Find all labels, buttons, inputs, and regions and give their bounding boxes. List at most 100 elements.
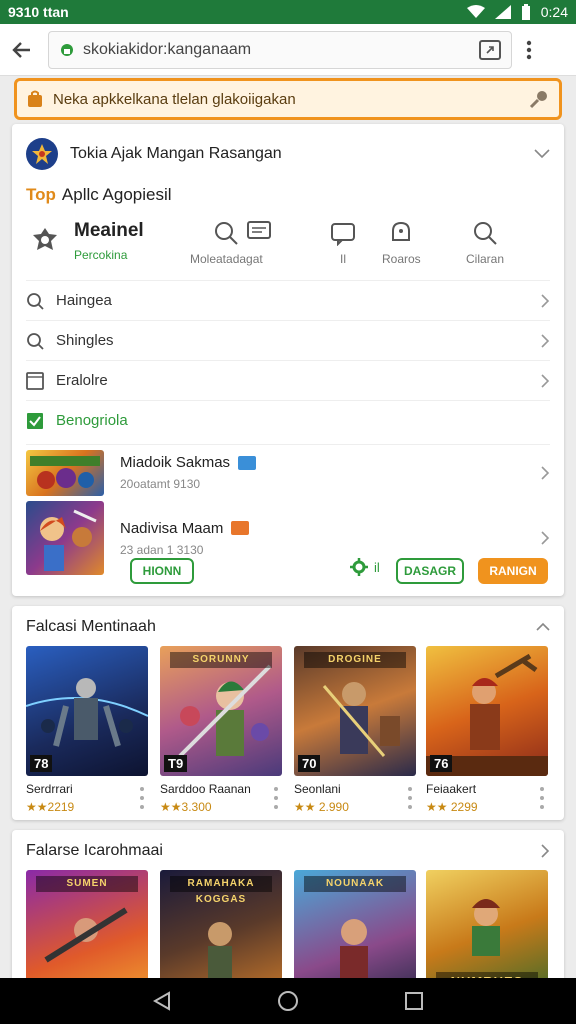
- square-icon: [26, 371, 44, 390]
- quick-action-4[interactable]: Roaros: [382, 220, 421, 266]
- menu-row-4-label: Benogriola: [56, 412, 128, 429]
- second-tile-banner-3: NOUNAAK: [304, 876, 406, 892]
- chevron-right-icon[interactable]: [540, 844, 550, 858]
- mini-stat-label: il: [374, 559, 380, 575]
- second-tile-4[interactable]: NUMRUES: [426, 870, 548, 990]
- game-thumbnail-2: [26, 501, 104, 575]
- second-tile-banner-2: RAMAHAKA KOGGAS: [170, 876, 272, 905]
- featured-tile-1[interactable]: 78 Serdrrari ★★2219: [26, 646, 148, 814]
- game-row-1[interactable]: Miadoik Sakmas 20oatamt 9130: [26, 444, 550, 500]
- signal-icon: [494, 5, 511, 19]
- chat-bubble-icon: [331, 223, 355, 246]
- lock-icon: [61, 43, 73, 56]
- quick-action-4-label: Roaros: [382, 252, 421, 266]
- featured-tile-name-4: Feiaakert: [426, 782, 477, 796]
- nav-back-icon[interactable]: [153, 991, 171, 1011]
- featured-tile-2[interactable]: SORUNNY T9 Sarddoo Raanan ★★3.300: [160, 646, 282, 814]
- middle-action-button[interactable]: DASAGR: [396, 558, 464, 584]
- more-vertical-icon[interactable]: [408, 786, 412, 810]
- game-title-1: Miadoik Sakmas: [120, 454, 231, 471]
- menu-row-3-label: Eralolre: [56, 372, 108, 389]
- chevron-right-icon: [541, 333, 550, 348]
- quick-action-main[interactable]: Meainel Percokina: [74, 220, 144, 262]
- featured-tile-art-3: DROGINE 70: [294, 646, 416, 776]
- featured-tile-rating-4: ★★ 2299: [426, 800, 478, 814]
- system-nav-bar: [0, 978, 576, 1024]
- quick-action-main-sub: Percokina: [74, 248, 128, 262]
- quick-action-5[interactable]: Cilaran: [466, 220, 504, 266]
- url-field[interactable]: skokiakidor:kanganaam: [48, 30, 512, 69]
- more-menu-icon[interactable]: [526, 40, 532, 60]
- quick-actions: Meainel Percokina Moleatadagat Il Roaros…: [22, 220, 554, 276]
- menu-row-4[interactable]: Benogriola: [26, 400, 550, 440]
- more-vertical-icon[interactable]: [274, 786, 278, 810]
- quick-action-3[interactable]: Il: [330, 220, 356, 266]
- user-badge-icon: [33, 228, 57, 250]
- nav-home-icon[interactable]: [277, 990, 299, 1012]
- quick-action-1-label: Moleatadagat: [190, 252, 263, 266]
- back-arrow-icon[interactable]: [10, 38, 34, 62]
- featured-header[interactable]: Falcasi Mentinaah: [26, 616, 550, 638]
- nav-recents-icon[interactable]: [405, 992, 423, 1010]
- featured-tile-badge-3: 70: [298, 755, 321, 772]
- featured-tile-name-1: Serdrrari: [26, 782, 73, 796]
- featured-tile-rating-1: ★★2219: [26, 800, 75, 814]
- check-square-icon: [27, 412, 43, 429]
- game-info-2: Nadivisa Maam 23 adan 1 3130: [120, 519, 250, 557]
- notice-text: Neka apkkelkana tlelan glakoiigakan: [53, 90, 296, 108]
- featured-tile-rating-2: ★★3.300: [160, 800, 212, 814]
- chevron-up-icon[interactable]: [536, 622, 550, 632]
- game-badge-1: [238, 455, 257, 470]
- second-tile-art-2: RAMAHAKA KOGGAS: [160, 870, 282, 990]
- more-vertical-icon[interactable]: [540, 786, 544, 810]
- second-header[interactable]: Falarse Icarohmaai: [26, 840, 550, 862]
- chevron-down-icon[interactable]: [534, 149, 550, 159]
- second-tile-3[interactable]: NOUNAAK: [294, 870, 416, 990]
- left-action-button[interactable]: HIONN: [130, 558, 194, 584]
- featured-tile-banner-3: DROGINE: [304, 652, 406, 668]
- featured-tile-4[interactable]: 76 Feiaakert ★★ 2299: [426, 646, 548, 814]
- featured-section: Falcasi Mentinaah 78 Serdrrari ★★2219 SO…: [12, 606, 564, 820]
- menu-row-1[interactable]: Haingea: [26, 280, 550, 320]
- store-logo: [26, 138, 58, 170]
- second-tile-art-3: NOUNAAK: [294, 870, 416, 990]
- key-icon[interactable]: [529, 89, 549, 109]
- bell-icon: [392, 221, 411, 241]
- game-meta-2: 23 adan 1 3130: [120, 542, 204, 557]
- menu-row-2[interactable]: Shingles: [26, 320, 550, 360]
- tab-switch-icon[interactable]: [479, 39, 501, 60]
- search-icon: [27, 292, 44, 310]
- featured-tile-art-4: 76: [426, 646, 548, 776]
- second-tile-2[interactable]: RAMAHAKA KOGGAS: [160, 870, 282, 990]
- featured-tile-badge-2: T9: [164, 755, 188, 772]
- quick-action-user[interactable]: [30, 226, 60, 254]
- store-header[interactable]: Tokia Ajak Mangan Rasangan: [26, 134, 550, 174]
- featured-tile-name-3: Seonlani: [294, 782, 341, 796]
- featured-tile-art-1: 78: [26, 646, 148, 776]
- game-thumbnail-1: [26, 449, 104, 496]
- game-row-2[interactable]: Nadivisa Maam 23 adan 1 3130: [26, 500, 550, 576]
- menu-row-3[interactable]: Eralolre: [26, 360, 550, 400]
- top-apps-heading: Top Apllc Agopiesil: [26, 184, 172, 206]
- chevron-right-icon: [541, 293, 550, 308]
- second-tile-1[interactable]: SUMEN: [26, 870, 148, 990]
- chat-icon: [247, 221, 271, 239]
- mini-stat[interactable]: il: [350, 558, 380, 576]
- game-title-2: Nadivisa Maam: [120, 519, 224, 537]
- more-vertical-icon[interactable]: [140, 786, 144, 810]
- search-icon: [27, 332, 44, 350]
- notice-banner[interactable]: Neka apkkelkana tlelan glakoiigakan: [14, 78, 562, 120]
- store-name: Tokia Ajak Mangan Rasangan: [70, 145, 282, 162]
- game-meta-1: 20oatamt 9130: [120, 477, 201, 491]
- second-tile-banner-1: SUMEN: [36, 876, 138, 892]
- second-section: Falarse Icarohmaai SUMEN RAMAHAKA KOGGAS…: [12, 830, 564, 990]
- wifi-icon: [466, 5, 485, 18]
- top-apps-prefix: Top: [26, 185, 56, 204]
- primary-action-button[interactable]: RANIGN: [478, 558, 548, 584]
- featured-tile-3[interactable]: DROGINE 70 Seonlani ★★ 2.990: [294, 646, 416, 814]
- status-bar: 9310 ttan 0:24: [0, 0, 576, 24]
- status-time-right: 0:24: [540, 4, 568, 20]
- quick-action-2[interactable]: [246, 220, 272, 244]
- quick-action-3-label: Il: [340, 252, 346, 266]
- game-badge-2: [231, 521, 250, 535]
